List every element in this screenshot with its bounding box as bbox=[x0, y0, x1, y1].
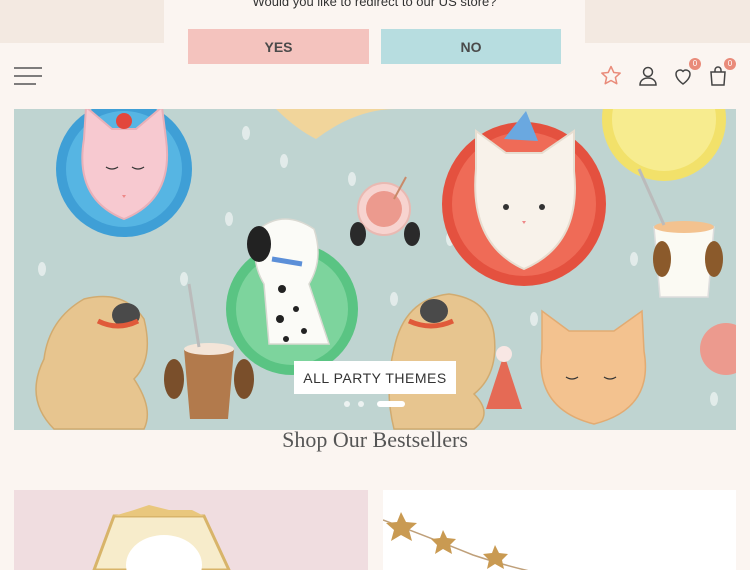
carousel-dot-3-active[interactable] bbox=[377, 401, 405, 407]
all-party-themes-button[interactable]: ALL PARTY THEMES bbox=[294, 361, 456, 394]
cart-bag-icon[interactable]: 0 bbox=[706, 58, 736, 88]
bunny-cake-stand-image bbox=[92, 505, 231, 570]
account-icon[interactable] bbox=[636, 64, 660, 88]
star-icon[interactable] bbox=[599, 64, 623, 88]
hero-banner[interactable]: ALL PARTY THEMES bbox=[14, 109, 736, 430]
wishlist-count-badge: 0 bbox=[689, 58, 701, 70]
redirect-panel: Would you like to redirect to our US sto… bbox=[164, 0, 585, 72]
bestseller-product-card-2[interactable] bbox=[383, 490, 736, 570]
redirect-yes-button[interactable]: YES bbox=[188, 29, 369, 64]
cart-count-badge: 0 bbox=[724, 58, 736, 70]
redirect-question: Would you like to redirect to our US sto… bbox=[252, 0, 497, 9]
wishlist-heart-icon[interactable]: 0 bbox=[671, 58, 701, 88]
hamburger-menu-icon[interactable] bbox=[14, 66, 42, 86]
bestseller-product-card-1[interactable] bbox=[14, 490, 368, 570]
bestsellers-title: Shop Our Bestsellers bbox=[282, 427, 468, 452]
star-garland-image bbox=[383, 512, 529, 570]
carousel-dot-1[interactable] bbox=[344, 401, 350, 407]
carousel-dot-2[interactable] bbox=[358, 401, 364, 407]
redirect-no-button[interactable]: NO bbox=[381, 29, 561, 64]
